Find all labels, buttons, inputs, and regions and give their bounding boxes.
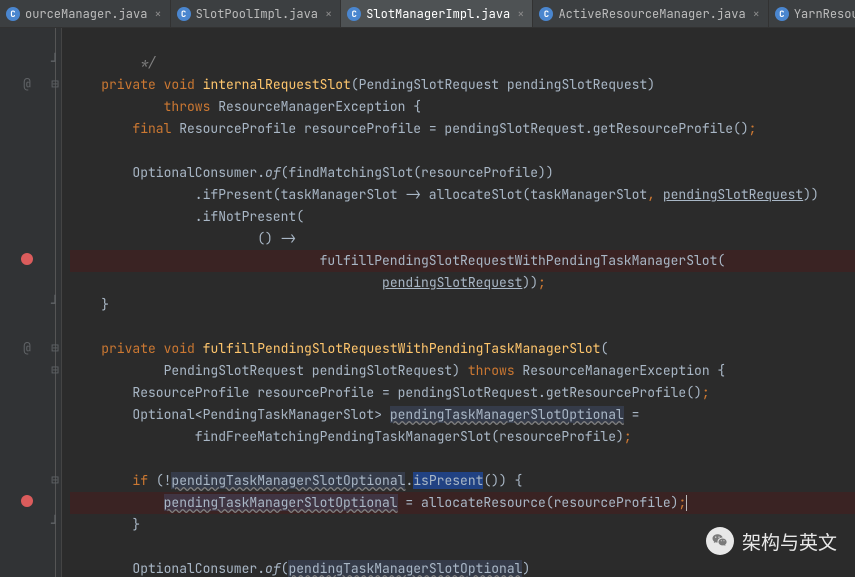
code-line: throws ResourceManagerException { [70, 96, 855, 118]
breakpoint-icon[interactable] [16, 248, 38, 270]
fold-gutter: ⊟ ┘ ┘ ⊟ ⊟ ⊟ ┘ [48, 28, 62, 577]
tab-label: ActiveResourceManager.java [558, 6, 745, 22]
code-line: OptionalConsumer.of(pendingTaskManagerSl… [70, 558, 855, 577]
code-line [70, 316, 855, 338]
code-line: fulfillPendingSlotRequestWithPendingTask… [70, 250, 855, 272]
code-line: if (!pendingTaskManagerSlotOptional.isPr… [70, 470, 855, 492]
code-line: () -> [70, 228, 855, 250]
tab-label: SlotPoolImpl.java [196, 6, 318, 22]
java-class-icon: C [775, 7, 789, 21]
watermark: 架构与英文 [706, 527, 837, 555]
code-line: findFreeMatchingPendingTaskManagerSlot(r… [70, 426, 855, 448]
code-line [70, 140, 855, 162]
code-line: .ifNotPresent( [70, 206, 855, 228]
close-icon[interactable]: × [517, 6, 524, 22]
code-line [70, 30, 855, 52]
code-line [70, 448, 855, 470]
code-line: */ [70, 52, 855, 74]
code-line: Optional<PendingTaskManagerSlot> pending… [70, 404, 855, 426]
java-class-icon: C [539, 7, 553, 21]
java-class-icon: C [177, 7, 191, 21]
code-line: private void fulfillPendingSlotRequestWi… [70, 338, 855, 360]
code-editor[interactable]: */ private void internalRequestSlot(Pend… [62, 28, 855, 577]
tab-file-4[interactable]: C YarnResourceManagerD [769, 0, 855, 27]
close-icon[interactable]: × [325, 6, 332, 22]
gutter: @ @ [0, 28, 48, 577]
code-line: pendingTaskManagerSlotOptional = allocat… [70, 492, 855, 514]
editor-area: @ @ ⊟ ┘ ┘ ⊟ ⊟ ⊟ ┘ */ private void intern… [0, 28, 855, 577]
code-line: ResourceProfile resourceProfile = pendin… [70, 382, 855, 404]
fold-handle-icon[interactable]: ⊟ [50, 468, 60, 490]
tab-label: SlotManagerImpl.java [366, 6, 510, 22]
tab-file-1[interactable]: C SlotPoolImpl.java × [171, 0, 342, 27]
fold-handle-icon[interactable]: ⊟ [50, 72, 60, 94]
code-line: private void internalRequestSlot(Pending… [70, 74, 855, 96]
tab-file-3[interactable]: C ActiveResourceManager.java × [533, 0, 768, 27]
fold-handle-icon[interactable]: ┘ [50, 50, 60, 72]
tab-label: YarnResourceManagerD [794, 6, 855, 22]
java-class-icon: C [6, 7, 20, 21]
wechat-icon [706, 527, 734, 555]
code-line: final ResourceProfile resourceProfile = … [70, 118, 855, 140]
text-caret [686, 495, 687, 511]
override-icon[interactable]: @ [16, 72, 38, 94]
close-icon[interactable]: × [753, 6, 760, 22]
code-line: OptionalConsumer.of(findMatchingSlot(res… [70, 162, 855, 184]
fold-handle-icon[interactable]: ┘ [50, 292, 60, 314]
fold-handle-icon[interactable]: ┘ [50, 512, 60, 534]
code-line: PendingSlotRequest pendingSlotRequest) t… [70, 360, 855, 382]
fold-handle-icon[interactable]: ⊟ [50, 358, 60, 380]
watermark-text: 架构与英文 [742, 528, 837, 555]
tab-file-0[interactable]: C ourceManager.java × [0, 0, 171, 27]
close-icon[interactable]: × [154, 6, 161, 22]
breakpoint-icon[interactable] [16, 490, 38, 512]
tab-label: ourceManager.java [25, 6, 147, 22]
override-icon[interactable]: @ [16, 336, 38, 358]
java-class-icon: C [347, 7, 361, 21]
code-line: } [70, 294, 855, 316]
editor-tabs: C ourceManager.java × C SlotPoolImpl.jav… [0, 0, 855, 28]
code-line: pendingSlotRequest)); [70, 272, 855, 294]
fold-handle-icon[interactable]: ⊟ [50, 336, 60, 358]
tab-file-2[interactable]: C SlotManagerImpl.java × [341, 0, 533, 27]
code-line: .ifPresent(taskManagerSlot -> allocateSl… [70, 184, 855, 206]
